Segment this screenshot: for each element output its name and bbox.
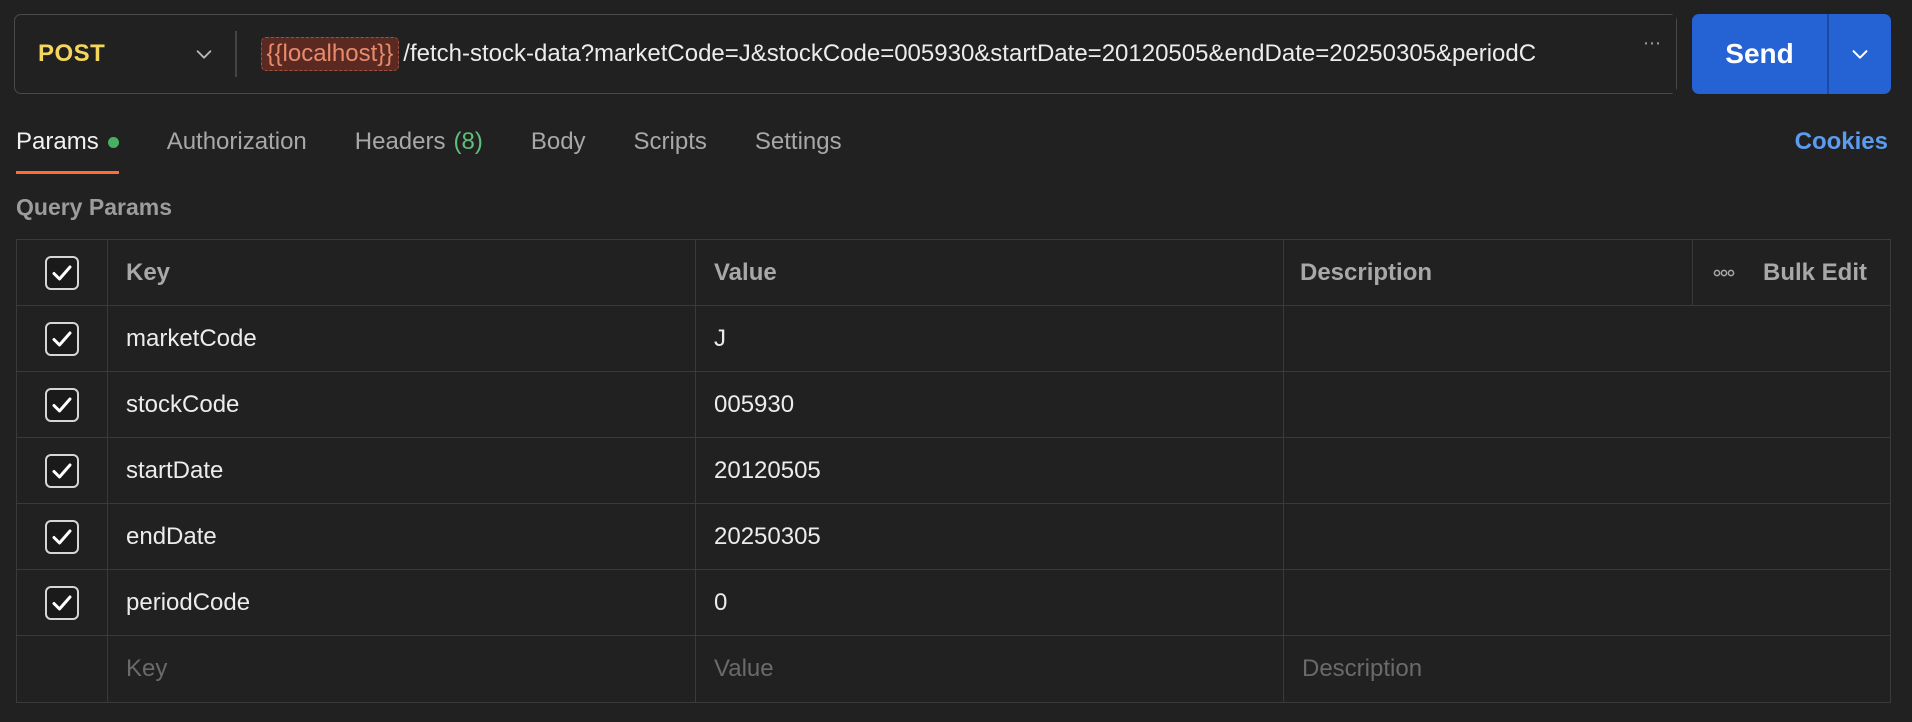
table-row: startDate 20120505 — [17, 438, 1890, 504]
table-row: periodCode 0 — [17, 570, 1890, 636]
param-value[interactable]: 20120505 — [696, 438, 1284, 503]
param-key[interactable]: startDate — [108, 438, 696, 503]
param-value[interactable]: 005930 — [696, 372, 1284, 437]
param-description[interactable] — [1284, 504, 1890, 569]
param-value[interactable]: 0 — [696, 570, 1284, 635]
tab-scripts-label: Scripts — [633, 128, 707, 155]
column-header-description: Description — [1284, 240, 1693, 305]
url-input[interactable]: {{localhost}} /fetch-stock-data?marketCo… — [237, 15, 1676, 93]
param-value[interactable]: J — [696, 306, 1284, 371]
table-row: marketCode J — [17, 306, 1890, 372]
tab-scripts[interactable]: Scripts — [634, 120, 707, 176]
bulk-edit-cell: Bulk Edit — [1693, 240, 1890, 305]
table-row: stockCode 005930 — [17, 372, 1890, 438]
table-header-row: Key Value Description Bulk Edit — [17, 240, 1890, 306]
query-params-title: Query Params — [16, 194, 172, 220]
tab-params-label: Params — [16, 128, 99, 155]
param-key[interactable]: stockCode — [108, 372, 696, 437]
query-params-table: Key Value Description Bulk Edit marketCo… — [16, 239, 1891, 703]
checkmark-icon — [52, 265, 72, 280]
param-description[interactable] — [1284, 570, 1890, 635]
new-param-row: Key Value Description — [17, 636, 1890, 702]
new-value-input[interactable]: Value — [696, 636, 1284, 702]
column-header-value: Value — [696, 240, 1284, 305]
new-key-input[interactable]: Key — [108, 636, 696, 702]
send-button-group: Send — [1692, 14, 1891, 94]
column-header-key: Key — [108, 240, 696, 305]
environment-variable-token[interactable]: {{localhost}} — [260, 37, 400, 71]
tab-headers-label: Headers — [354, 128, 446, 155]
send-button[interactable]: Send — [1692, 14, 1827, 94]
tab-authorization[interactable]: Authorization — [167, 120, 307, 176]
headers-count-badge: (8) — [453, 128, 483, 155]
method-select[interactable]: POST — [15, 15, 235, 93]
method-label: POST — [38, 40, 106, 67]
header-check-cell — [17, 240, 108, 305]
tab-headers[interactable]: Headers (8) — [355, 120, 483, 176]
url-path: /fetch-stock-data?marketCode=J&stockCode… — [403, 40, 1537, 67]
checkmark-icon — [52, 595, 72, 610]
checkmark-icon — [52, 529, 72, 544]
param-description[interactable] — [1284, 372, 1890, 437]
request-tabs: Params Authorization Headers (8) Body Sc… — [16, 120, 890, 176]
params-active-dot — [107, 137, 119, 148]
param-enabled-checkbox[interactable] — [45, 519, 79, 554]
overflow-indicator: ⋯ — [1626, 15, 1676, 93]
param-key[interactable]: marketCode — [108, 306, 696, 371]
param-key[interactable]: periodCode — [108, 570, 696, 635]
checkmark-icon — [52, 397, 72, 412]
tab-settings-label: Settings — [754, 128, 842, 155]
param-key[interactable]: endDate — [108, 504, 696, 569]
param-enabled-checkbox[interactable] — [45, 321, 79, 356]
bulk-edit-button[interactable]: Bulk Edit — [1763, 259, 1867, 287]
param-enabled-checkbox[interactable] — [45, 387, 79, 422]
new-row-check-cell — [17, 636, 108, 702]
new-description-input[interactable]: Description — [1284, 636, 1890, 702]
chevron-down-icon — [1852, 50, 1868, 59]
param-enabled-checkbox[interactable] — [45, 585, 79, 620]
param-value[interactable]: 20250305 — [696, 504, 1284, 569]
param-enabled-checkbox[interactable] — [45, 453, 79, 488]
url-bar: POST {{localhost}} /fetch-stock-data?mar… — [14, 14, 1677, 94]
param-description[interactable] — [1284, 438, 1890, 503]
checkmark-icon — [52, 463, 72, 478]
tab-settings[interactable]: Settings — [755, 120, 842, 176]
cookies-link[interactable]: Cookies — [1795, 128, 1888, 156]
tab-body[interactable]: Body — [531, 120, 586, 176]
checkmark-icon — [52, 331, 72, 346]
tab-body-label: Body — [530, 128, 586, 155]
tab-authorization-label: Authorization — [166, 128, 307, 155]
more-options-icon[interactable] — [1713, 269, 1735, 277]
param-description[interactable] — [1284, 306, 1890, 371]
send-options-button[interactable] — [1829, 14, 1891, 94]
table-row: endDate 20250305 — [17, 504, 1890, 570]
select-all-checkbox[interactable] — [45, 255, 79, 290]
chevron-down-icon — [196, 50, 212, 59]
tab-params[interactable]: Params — [16, 120, 119, 176]
